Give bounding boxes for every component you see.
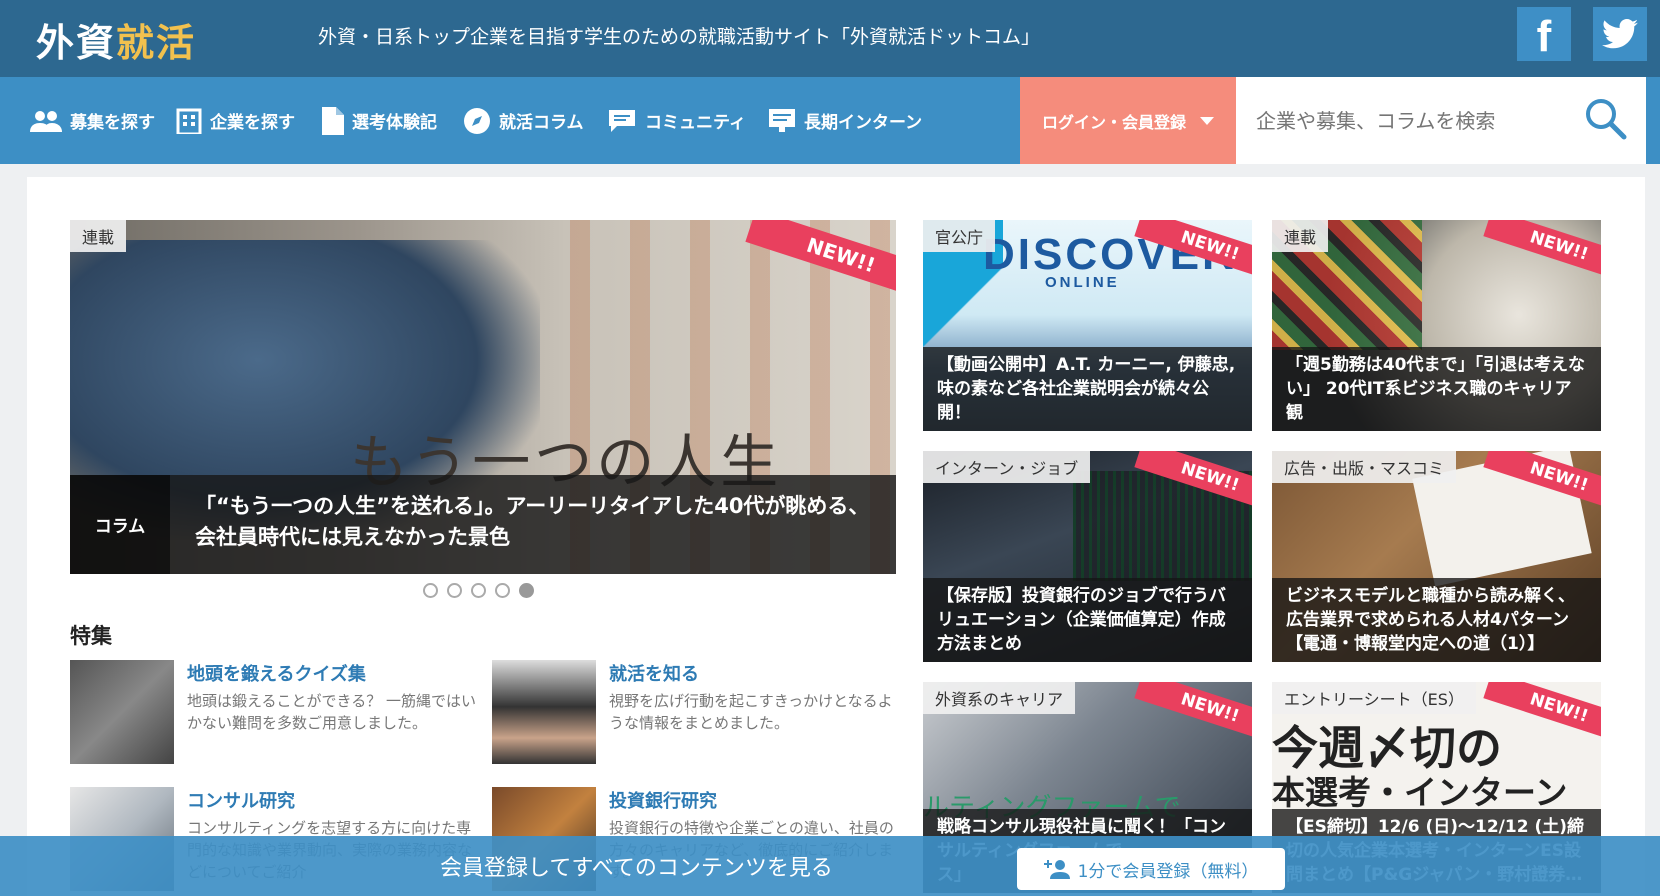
nav-label: 企業を探す <box>210 113 295 133</box>
nav-label: 就活コラム <box>499 113 584 133</box>
nav-label: 長期インターン <box>804 113 923 133</box>
slider-dot[interactable] <box>495 583 510 598</box>
feature-title[interactable]: 地頭を鍛えるクイズ集 <box>187 660 366 686</box>
compass-icon <box>464 107 490 134</box>
tile-tag: インターン・ジョブ <box>923 451 1091 483</box>
tile-image-text2: 本選考・インターン <box>1272 773 1568 812</box>
feature-thumbnail <box>492 660 596 764</box>
article-tile[interactable]: DISCOVER ONLINE 官公庁 NEW!! 【動画公開中】A.T. カー… <box>923 220 1252 431</box>
tile-tag: 連載 <box>1272 220 1329 252</box>
feature-desc: 視野を広げ行動を起こすきっかけとなるような情報をまとめました。 <box>609 692 893 732</box>
tile-image-sub: ONLINE <box>1045 274 1120 291</box>
signup-banner-text[interactable]: 会員登録してすべてのコンテンツを見る <box>440 850 833 882</box>
tile-tag: 外資系のキャリア <box>923 682 1076 714</box>
caret-down-icon <box>1200 116 1214 125</box>
nav-item-community[interactable]: コミュニティ <box>607 77 746 164</box>
register-button[interactable]: 1分で会員登録（無料） <box>1017 848 1285 890</box>
search-input[interactable] <box>1256 101 1576 141</box>
signup-banner: 会員登録してすべてのコンテンツを見る <box>0 836 1660 896</box>
top-header: 外資就活 外資・日系トップ企業を目指す学生のための就職活動サイト「外資就活ドット… <box>0 0 1660 77</box>
nav-item-companies[interactable]: 企業を探す <box>176 77 295 164</box>
site-tagline: 外資・日系トップ企業を目指す学生のための就職活動サイト「外資就活ドットコム」 <box>318 26 1041 48</box>
new-ribbon: NEW!! <box>1483 220 1601 283</box>
nav-label: 募集を探す <box>70 113 155 133</box>
feature-item[interactable]: 就活を知る 視野を広げ行動を起こすきっかけとなるような情報をまとめました。 <box>492 660 893 770</box>
features-heading: 特集 <box>70 624 112 648</box>
hero-slide[interactable]: もう一つの人生 連載 NEW!! コラム 「“もう一つの人生”を送れる」。アーリ… <box>70 220 896 574</box>
login-register-button[interactable]: ログイン・会員登録 <box>1020 77 1236 164</box>
slider-dots <box>423 583 534 598</box>
slider-dot[interactable] <box>447 583 462 598</box>
slider-dot-active[interactable] <box>519 583 534 598</box>
nav-item-intern[interactable]: 長期インターン <box>768 77 922 164</box>
logo-part2: 就活 <box>116 20 197 65</box>
feature-title[interactable]: 就活を知る <box>609 660 699 686</box>
tile-title[interactable]: ビジネスモデルと職種から読み解く、広告業界で求められる人材4パターン【電通・博報… <box>1272 578 1601 662</box>
facebook-icon[interactable]: f <box>1517 7 1571 61</box>
feature-desc: 地頭は鍛えることができる？ 一筋縄ではいかない難問を多数ご用意しました。 <box>187 692 477 732</box>
feature-item[interactable]: 地頭を鍛えるクイズ集 地頭は鍛えることができる？ 一筋縄ではいかない難問を多数ご… <box>70 660 476 770</box>
building-icon <box>176 108 202 134</box>
nav-label: 選考体験記 <box>352 113 437 133</box>
article-tile[interactable]: 広告・出版・マスコミ NEW!! ビジネスモデルと職種から読み解く、広告業界で求… <box>1272 451 1601 662</box>
nav-label: コミュニティ <box>645 113 746 133</box>
login-label: ログイン・会員登録 <box>1041 112 1186 132</box>
new-ribbon: NEW!! <box>1134 682 1252 745</box>
people-icon <box>30 110 62 132</box>
hero-caption: コラム 「“もう一つの人生”を送れる」。アーリーリタイアした40代が眺める、会社… <box>70 475 896 574</box>
register-label: 1分で会員登録（無料） <box>1077 861 1259 882</box>
tile-tag: 広告・出版・マスコミ <box>1272 451 1457 483</box>
nav-item-jobs[interactable]: 募集を探す <box>30 77 155 164</box>
twitter-icon[interactable] <box>1593 7 1647 61</box>
add-user-icon <box>1043 860 1070 879</box>
search-box <box>1236 77 1646 164</box>
tile-tag: エントリーシート（ES） <box>1272 682 1476 714</box>
logo-part1: 外資 <box>36 20 117 65</box>
article-tile[interactable]: インターン・ジョブ NEW!! 【保存版】投資銀行のジョブで行うバリュエーション… <box>923 451 1252 662</box>
nav-item-column[interactable]: 就活コラム <box>463 77 584 164</box>
tile-title[interactable]: 【保存版】投資銀行のジョブで行うバリュエーション（企業価値算定）作成方法まとめ <box>923 578 1252 662</box>
document-icon <box>322 106 344 135</box>
hero-title[interactable]: 「“もう一つの人生”を送れる」。アーリーリタイアした40代が眺める、会社員時代に… <box>195 491 875 553</box>
article-tile[interactable]: 連載 NEW!! 「週5勤務は40代まで」「引退は考えない」 20代IT系ビジネ… <box>1272 220 1601 431</box>
search-icon[interactable] <box>1584 97 1628 145</box>
hero-category: コラム <box>70 475 170 574</box>
tile-tag: 官公庁 <box>923 220 996 252</box>
slider-dot[interactable] <box>423 583 438 598</box>
chat-icon <box>609 109 635 132</box>
feature-thumbnail <box>70 660 174 764</box>
monitor-icon <box>769 108 795 132</box>
tile-title[interactable]: 「週5勤務は40代まで」「引退は考えない」 20代IT系ビジネス職のキャリア観 <box>1272 347 1601 431</box>
feature-title[interactable]: コンサル研究 <box>187 787 295 813</box>
slider-dot[interactable] <box>471 583 486 598</box>
feature-title[interactable]: 投資銀行研究 <box>609 787 717 813</box>
site-logo[interactable]: 外資就活 <box>36 12 196 67</box>
hero-tag: 連載 <box>70 220 127 252</box>
nav-item-reports[interactable]: 選考体験記 <box>322 77 437 164</box>
tile-title[interactable]: 【動画公開中】A.T. カーニー, 伊藤忠, 味の素など各社企業説明会が続々公開… <box>923 347 1252 431</box>
